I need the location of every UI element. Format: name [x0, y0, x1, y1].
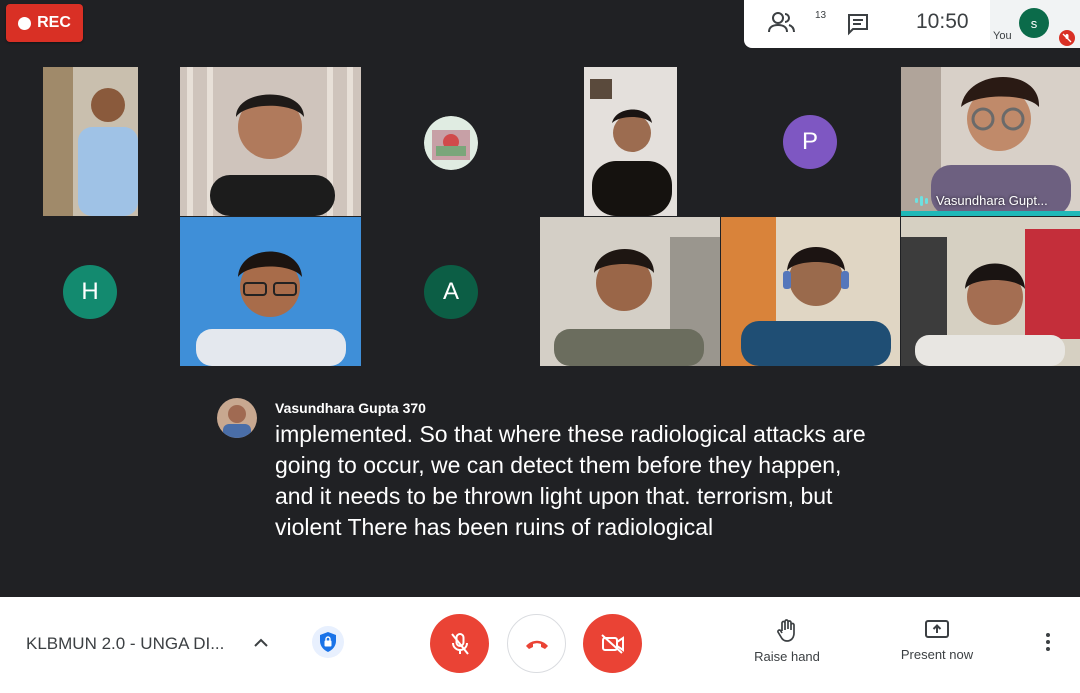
- hand-icon: [777, 619, 795, 642]
- present-now-label: Present now: [900, 647, 974, 662]
- participant-initial: P: [783, 115, 837, 169]
- self-avatar: s: [1019, 8, 1049, 38]
- participant-video: [721, 217, 900, 366]
- participant-video: [584, 67, 677, 216]
- mic-off-badge: [1059, 30, 1075, 46]
- recording-badge: REC: [6, 4, 83, 42]
- shield-lock-icon: [320, 632, 336, 652]
- caption-speaker-name: Vasundhara Gupta 370: [275, 400, 426, 416]
- self-preview[interactable]: s You: [990, 0, 1080, 48]
- meeting-title[interactable]: KLBMUN 2.0 - UNGA DI...: [26, 634, 224, 654]
- speaker-avatar: [217, 398, 257, 438]
- participant-avatar-photo: [424, 116, 478, 170]
- raise-hand-label: Raise hand: [754, 649, 820, 664]
- hang-up-icon: [525, 640, 548, 649]
- bottom-toolbar: KLBMUN 2.0 - UNGA DI... Raise hand Prese…: [0, 597, 1080, 693]
- participant-tile-3[interactable]: [424, 116, 478, 170]
- chat-icon: [848, 14, 868, 36]
- self-label: You: [993, 30, 1012, 42]
- clock-time: 10:50: [916, 10, 969, 33]
- people-icon: [768, 12, 795, 33]
- camera-toggle-button[interactable]: [583, 614, 642, 673]
- participant-tile-2[interactable]: [180, 67, 361, 216]
- raise-hand-button[interactable]: Raise hand: [748, 619, 826, 664]
- participant-initial: H: [63, 265, 117, 319]
- chevron-up-icon[interactable]: [251, 633, 271, 653]
- meeting-safety-button[interactable]: [312, 626, 344, 658]
- participant-video: [540, 217, 720, 366]
- chat-button[interactable]: [846, 12, 874, 36]
- mic-off-icon: [1062, 33, 1072, 43]
- speaking-icon: [915, 195, 928, 206]
- participant-tile-5[interactable]: P: [783, 115, 837, 169]
- more-options-icon[interactable]: [1040, 633, 1056, 657]
- participant-initial: A: [424, 265, 478, 319]
- participant-video: [43, 67, 138, 216]
- participant-name: Vasundhara Gupt...: [936, 193, 1048, 208]
- participant-name-tag: Vasundhara Gupt...: [915, 193, 1048, 208]
- active-speaker-indicator: [901, 211, 1080, 216]
- leave-call-button[interactable]: [507, 614, 566, 673]
- microphone-toggle-button[interactable]: [430, 614, 489, 673]
- mic-off-icon: [450, 632, 469, 655]
- participant-tile-4[interactable]: [584, 67, 677, 216]
- participant-tile-1[interactable]: [43, 67, 138, 216]
- present-now-button[interactable]: Present now: [893, 619, 981, 662]
- participant-tile-8[interactable]: [180, 217, 361, 366]
- participants-button[interactable]: 13: [768, 10, 826, 38]
- participant-count: 13: [815, 10, 827, 21]
- participant-tile-10[interactable]: [540, 217, 720, 366]
- participant-video: [901, 217, 1080, 366]
- top-right-panel: 13 10:50 s You: [744, 0, 1080, 48]
- participant-tile-7[interactable]: H: [63, 265, 117, 319]
- recording-label: REC: [37, 14, 71, 31]
- participant-tile-11[interactable]: [721, 217, 900, 366]
- participant-tile-9[interactable]: A: [424, 265, 478, 319]
- present-screen-icon: [925, 620, 949, 638]
- participant-tile-6[interactable]: Vasundhara Gupt...: [901, 67, 1080, 216]
- participant-video: [180, 217, 361, 366]
- record-dot-icon: [18, 16, 32, 30]
- participant-tile-12[interactable]: [901, 217, 1080, 366]
- caption-text: implemented. So that where these radiolo…: [275, 421, 866, 540]
- camera-off-icon: [600, 633, 624, 654]
- participant-video: [180, 67, 361, 216]
